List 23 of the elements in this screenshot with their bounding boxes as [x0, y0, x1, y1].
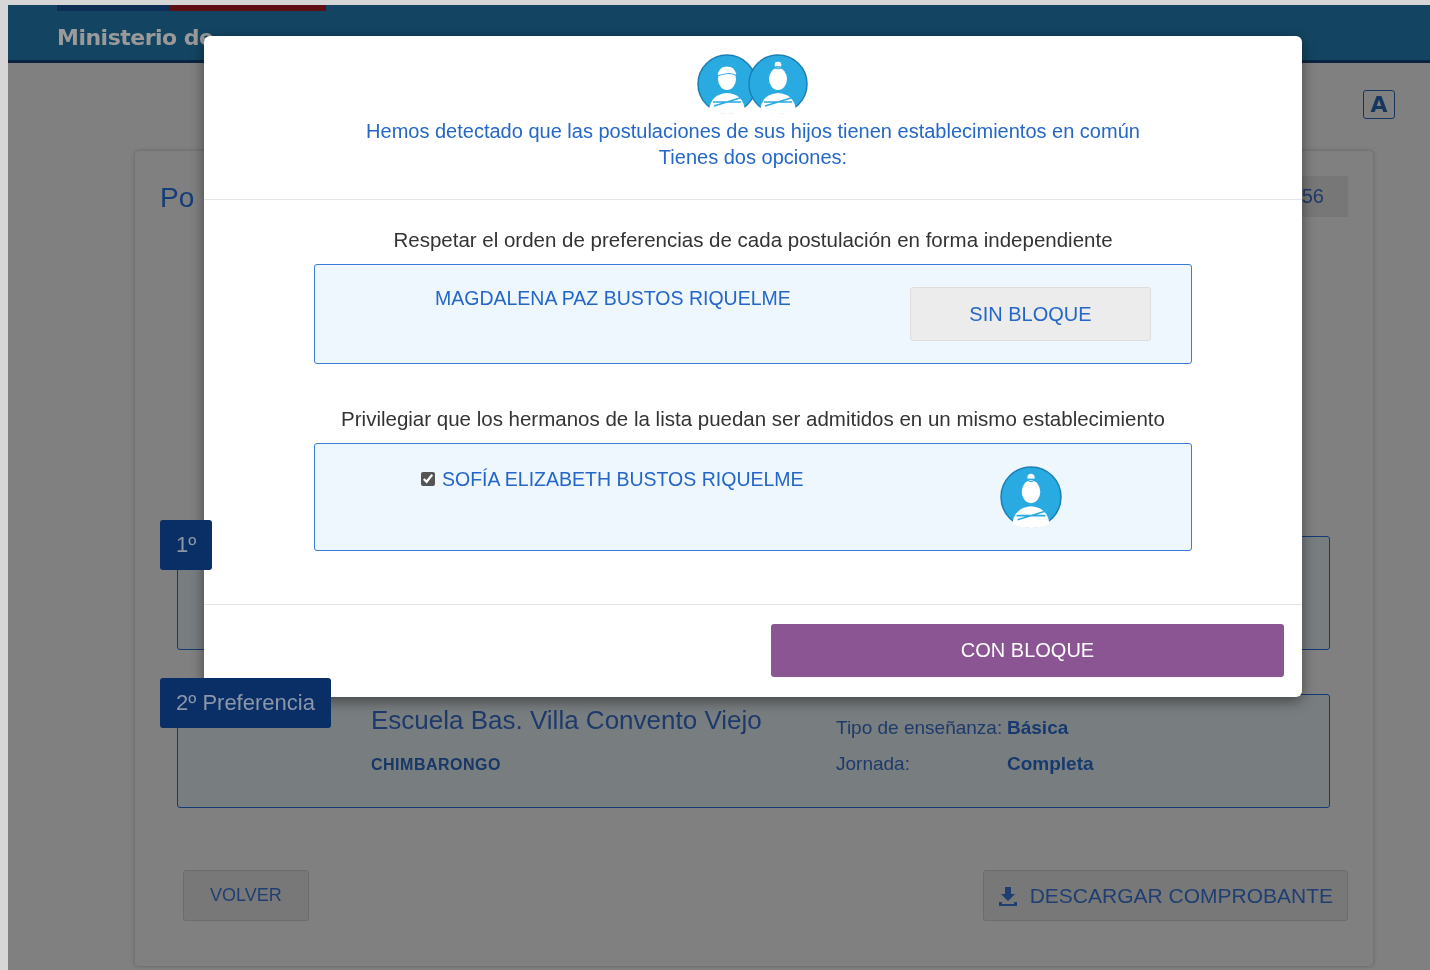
font-size-button[interactable]: A: [1363, 90, 1395, 119]
detail-label: Tipo de enseñanza:: [836, 717, 1004, 739]
detail-label: Jornada:: [836, 753, 911, 775]
confirm-button[interactable]: CON BLOQUE: [771, 624, 1284, 677]
dialog-message: Hemos detectado que las postulaciones de sus hijos tienen establecimientos en común: [366, 119, 1140, 144]
preference-label: 2º Preferencia: [160, 678, 331, 728]
detail-value: Completa: [1007, 753, 1094, 775]
child-avatar-icon: [1000, 466, 1062, 528]
preference-label: 1º: [160, 520, 213, 570]
download-icon: [997, 885, 1018, 906]
commune-name: CHIMBARONGO: [371, 756, 502, 774]
download-button[interactable]: DESCARGAR COMPROBANTE: [982, 870, 1348, 921]
option-button[interactable]: SIN BLOQUE: [910, 287, 1151, 341]
student-checkbox[interactable]: [421, 472, 435, 486]
dialog-message: Tienes dos opciones:: [658, 145, 848, 170]
student-name: SOFÍA ELIZABETH BUSTOS RIQUELME: [442, 468, 804, 490]
detail-value: Básica: [1007, 717, 1069, 739]
back-button[interactable]: VOLVER: [183, 870, 309, 921]
school-name: Escuela Bas. Villa Convento Viejo: [371, 705, 763, 736]
page-title: Po: [160, 181, 195, 214]
option-title: Privilegiar que los hermanos de la lista puedan ser admitidos en un mismo establecimiento: [341, 407, 1165, 431]
option-title: Respetar el orden de preferencias de cada postulación en forma independiente: [393, 228, 1113, 252]
student-name: MAGDALENA PAZ BUSTOS RIQUELME: [435, 287, 791, 309]
